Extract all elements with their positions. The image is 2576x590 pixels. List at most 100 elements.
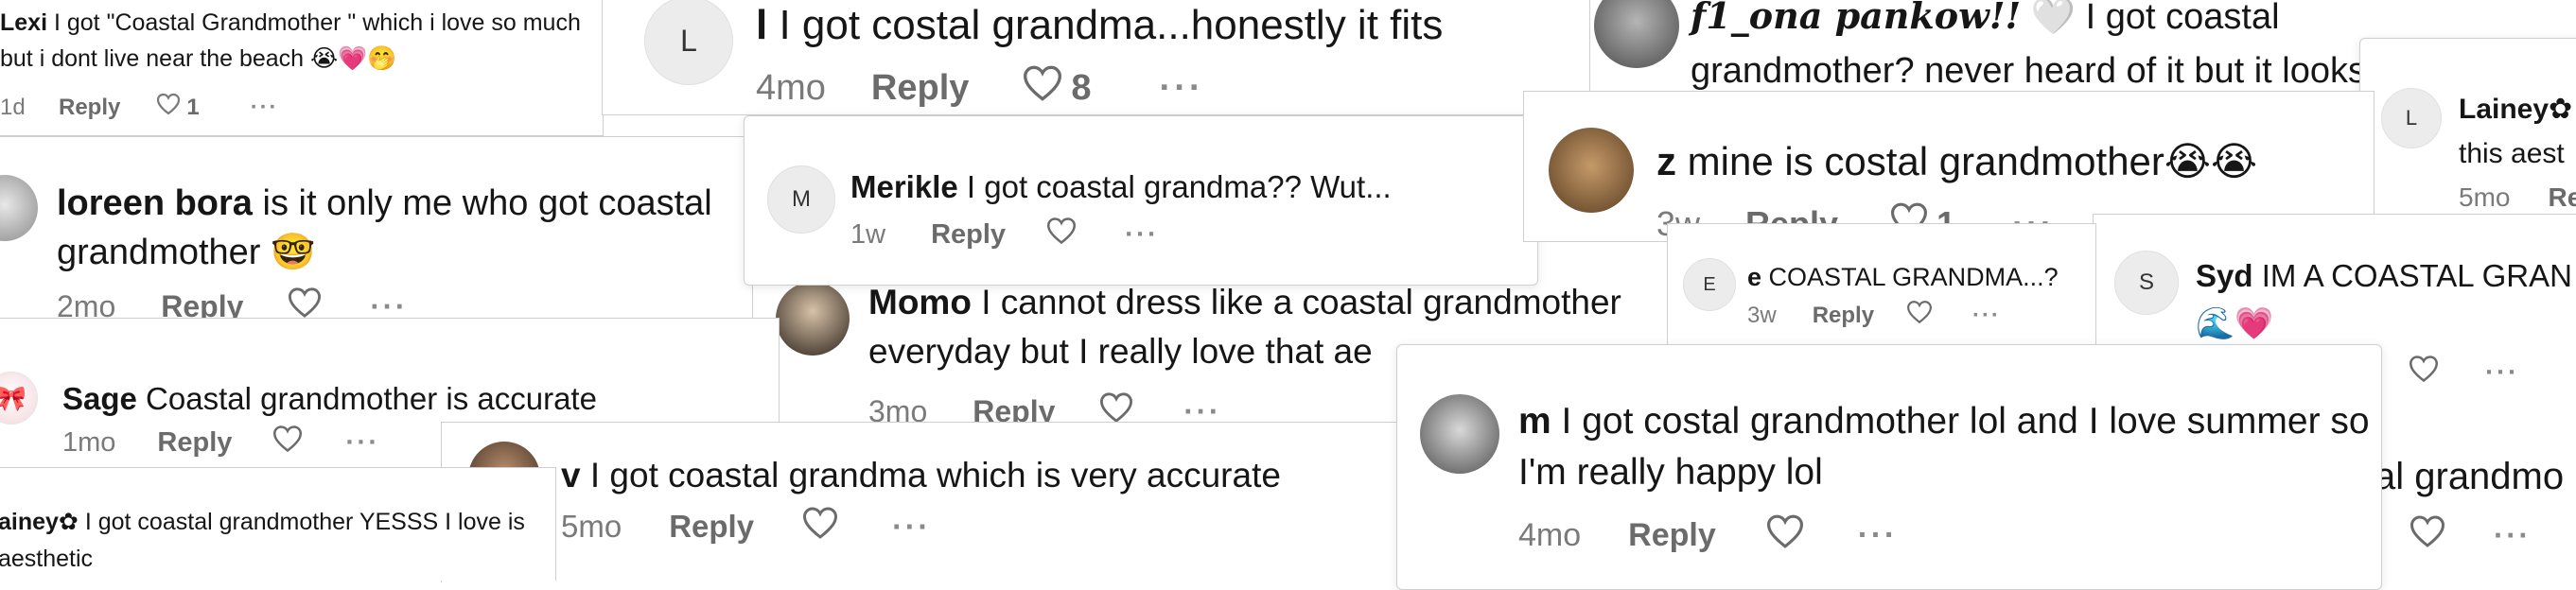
more-options-icon[interactable]: ···	[345, 427, 379, 459]
username[interactable]: ainey✿	[0, 509, 79, 535]
avatar[interactable]: 🎀	[0, 372, 38, 425]
comment-body: I got "Coastal Grandmother " which i lov…	[0, 9, 581, 72]
like-button[interactable]	[1022, 64, 1063, 112]
username[interactable]: m	[1518, 401, 1551, 442]
reply-button[interactable]: Reply	[1813, 303, 1874, 329]
like-button[interactable]	[1045, 217, 1078, 252]
avatar[interactable]: L	[2381, 88, 2442, 148]
username[interactable]: loreen bora	[57, 183, 253, 223]
avatar[interactable]: L	[644, 0, 733, 85]
heart-icon	[1766, 514, 1803, 548]
avatar[interactable]	[1420, 394, 1499, 474]
heart-icon	[2409, 356, 2439, 383]
comment-actions: 2mo Reply ···	[57, 286, 408, 321]
avatar[interactable]: E	[1683, 258, 1736, 311]
comment-actions: ···	[2408, 355, 2519, 390]
username[interactable]: Momo	[868, 283, 972, 321]
more-options-icon[interactable]: ···	[1972, 303, 2001, 329]
comment-body: IM A COASTAL GRAN	[2261, 258, 2572, 293]
reply-button[interactable]: Reply	[59, 95, 120, 121]
timestamp: 1mo	[62, 426, 116, 458]
username[interactable]: e	[1747, 263, 1761, 291]
like-button[interactable]	[2408, 355, 2440, 390]
more-options-icon[interactable]: ···	[1160, 68, 1204, 109]
timestamp: 4mo	[756, 67, 826, 108]
avatar[interactable]: M	[767, 165, 835, 234]
comment-text: Merikle I got coastal grandma?? Wut...	[850, 164, 1532, 211]
comment-text: Syd IM A COASTAL GRAN 🌊💗	[2196, 252, 2576, 346]
comment-actions: 1mo Reply ···	[62, 425, 379, 460]
more-options-icon[interactable]: ···	[2494, 518, 2532, 553]
heart-icon	[1907, 301, 1932, 324]
heart-icon	[289, 287, 322, 318]
username[interactable]: 𝒇1_𝒐𝒏𝒂 𝒑𝒂𝒏𝒌𝒐𝒘!!	[1691, 0, 2021, 37]
comment-body: I got coastal grandmother YESSS I love i…	[0, 509, 525, 572]
timestamp: 5mo	[561, 509, 622, 544]
comment-card-loreen: loreen bora is it only me who got coasta…	[0, 136, 753, 321]
avatar[interactable]: S	[2114, 251, 2179, 315]
heart-icon	[2410, 515, 2445, 547]
heart-icon	[157, 93, 181, 115]
comment-text: al grandmo	[2374, 448, 2576, 505]
reply-button[interactable]: Reply	[669, 509, 754, 545]
like-button[interactable]	[801, 506, 839, 547]
comment-card-merikle: M Merikle I got coastal grandma?? Wut...…	[744, 115, 1538, 286]
like-count: 1	[186, 94, 200, 120]
emoji: 😭💗🤭	[310, 44, 397, 72]
like-button[interactable]	[1765, 513, 1805, 558]
more-options-icon[interactable]: ···	[1125, 219, 1159, 251]
reply-button[interactable]: Re	[2548, 182, 2576, 213]
more-options-icon[interactable]: ···	[1858, 517, 1898, 554]
comment-card-lainey-right: L Lainey✿ this aest 5mo Re	[2359, 38, 2576, 238]
comment-card-lexi: Lexi I got "Coastal Grandmother " which …	[0, 0, 604, 136]
username[interactable]: l	[756, 2, 767, 48]
like-button[interactable]	[1906, 300, 1933, 331]
timestamp: 4mo	[1518, 517, 1582, 553]
username[interactable]: Lainey✿	[2459, 94, 2572, 125]
comment-actions: 5mo Reply ···	[561, 506, 931, 547]
like-button[interactable]	[287, 286, 323, 321]
comment-body: al grandmo	[2374, 456, 2565, 497]
username[interactable]: z	[1656, 139, 1676, 183]
avatar[interactable]	[0, 175, 38, 241]
reply-button[interactable]: Reply	[931, 219, 1006, 251]
avatar[interactable]	[776, 282, 850, 356]
username[interactable]: v	[561, 456, 581, 495]
comment-card-m: m I got costal grandmother lol and I lov…	[1396, 344, 2382, 590]
comment-card-lainey-bottom: ainey✿ I got coastal grandmother YESSS I…	[0, 467, 556, 581]
reply-button[interactable]: Reply	[157, 427, 232, 459]
comment-text: z mine is costal grandmother😭😭	[1656, 131, 2374, 191]
reply-button[interactable]: Reply	[161, 289, 243, 321]
more-options-icon[interactable]: ···	[892, 509, 931, 545]
avatar[interactable]	[1594, 0, 1679, 68]
more-options-icon[interactable]: ···	[370, 289, 408, 321]
like-button[interactable]	[272, 425, 304, 460]
comment-body: Coastal grandmother is accurate	[146, 381, 597, 416]
comment-text: e COASTAL GRANDMA...?	[1747, 258, 2095, 297]
reply-button[interactable]: Reply	[871, 68, 969, 109]
comment-text: Sage Coastal grandmother is accurate	[62, 375, 762, 423]
username[interactable]: Merikle	[850, 169, 958, 204]
timestamp: 1d	[0, 94, 26, 120]
like-button[interactable]	[156, 93, 181, 122]
heart-icon	[273, 425, 303, 453]
username[interactable]: Lexi	[0, 9, 47, 36]
reply-button[interactable]: Reply	[1628, 517, 1716, 554]
comment-text: 𝒇1_𝒐𝒏𝒂 𝒑𝒂𝒏𝒌𝒐𝒘!! 🤍 I got coastal grandmot…	[1691, 0, 2422, 94]
more-options-icon[interactable]: ···	[2485, 357, 2519, 389]
comment-actions: 3w Reply ···	[1747, 300, 2001, 331]
comment-card-v: v I got coastal grandma which is very ac…	[441, 422, 1425, 582]
comment-body: COASTAL GRANDMA...?	[1768, 263, 2059, 291]
avatar[interactable]	[1549, 128, 1634, 213]
more-options-icon[interactable]: ···	[251, 95, 279, 121]
timestamp: 1w	[850, 218, 886, 250]
comment-body: I got costal grandmother lol and I love …	[1518, 401, 2370, 493]
emoji: 🤓	[271, 233, 316, 273]
comment-actions: 4mo Reply 8 ···	[756, 64, 1204, 112]
like-button[interactable]	[2409, 514, 2446, 556]
comment-text: v I got coastal grandma which is very ac…	[561, 449, 1412, 502]
username[interactable]: Sage	[62, 381, 137, 416]
heart-icon	[803, 507, 838, 539]
timestamp: 5mo	[2459, 182, 2511, 212]
username[interactable]: Syd	[2196, 258, 2253, 293]
